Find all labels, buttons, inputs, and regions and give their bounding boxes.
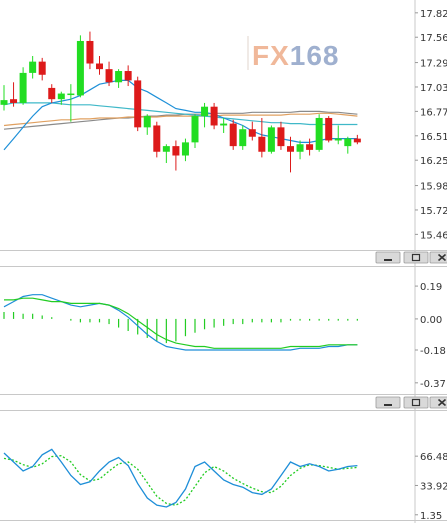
panel-close-button-bg[interactable] — [429, 396, 447, 409]
price-tick-label: 17.29 — [420, 59, 447, 70]
watermark-text: FX168 — [252, 40, 340, 71]
candle-body — [296, 144, 304, 152]
price-tick-label: 17.03 — [420, 83, 447, 94]
candle-body — [96, 63, 103, 70]
candle-body — [48, 87, 56, 100]
candle-body — [277, 127, 285, 147]
price-tick-label: 16.51 — [420, 132, 447, 143]
panel-close-button[interactable] — [429, 251, 447, 264]
candle-body — [0, 100, 8, 105]
panel-maximize-button-bg[interactable] — [403, 396, 429, 409]
macd-panel — [3, 294, 358, 351]
panel-maximize-button-bg[interactable] — [403, 251, 429, 264]
candle-body — [344, 138, 352, 147]
candle-body — [191, 116, 199, 143]
candle-body — [10, 99, 18, 103]
candle-body — [210, 106, 218, 126]
watermark-fx: FX — [252, 40, 290, 71]
candle-body — [124, 71, 132, 81]
candle-body — [115, 71, 123, 83]
stochastic-panel — [3, 448, 358, 508]
fx168-watermark: FX168 — [247, 36, 340, 71]
panel-minimize-button-bg[interactable] — [375, 251, 401, 264]
candle-body — [172, 146, 180, 156]
candle-body — [315, 117, 323, 150]
stoch-tick-label: 33.92 — [420, 481, 447, 492]
price-tick-label: 15.72 — [420, 206, 447, 217]
price-tick-label: 16.77 — [420, 107, 447, 118]
macd-tick-label: 0.00 — [420, 315, 442, 326]
candle-body — [229, 123, 237, 147]
watermark-168: 168 — [290, 40, 340, 71]
candle-body — [287, 146, 294, 152]
panel-maximize-button[interactable] — [403, 251, 429, 264]
candle-body — [306, 144, 314, 150]
candle-body — [67, 93, 75, 96]
candle-body — [201, 106, 209, 117]
candle-body — [19, 72, 27, 103]
candle-body — [267, 127, 275, 152]
price-tick-label: 17.82 — [420, 9, 447, 20]
candle-body — [143, 116, 151, 128]
panel-maximize-button[interactable] — [403, 396, 429, 409]
candle-body — [239, 129, 247, 147]
candle-body — [153, 125, 161, 152]
candle-body — [57, 93, 65, 100]
price-tick-label: 16.25 — [420, 156, 447, 167]
chart-window: FX168 17.82 17.56 17.29 17.03 16.77 16.51 16.2… — [0, 0, 447, 523]
stoch-tick-label: 1.35 — [420, 511, 442, 522]
minimize-icon — [384, 259, 392, 261]
stoch-k-line — [3, 448, 358, 508]
candle-body — [86, 40, 94, 64]
macd-main-line — [4, 297, 358, 349]
stoch-tick-label: 66.48 — [420, 452, 447, 463]
panel-close-button[interactable] — [429, 396, 447, 409]
macd-tick-label: -0.18 — [420, 346, 446, 357]
candle-body — [29, 61, 37, 73]
price-tick-label: 15.98 — [420, 182, 447, 193]
panel-minimize-button[interactable] — [375, 396, 401, 409]
stoch-d-line — [3, 455, 358, 506]
candle-body — [334, 138, 342, 141]
y-axis-labels: 17.82 17.56 17.29 17.03 16.77 16.51 16.25 15.98… — [415, 9, 447, 522]
candle-body — [162, 146, 170, 152]
candle-body — [134, 80, 142, 128]
candle-body — [105, 69, 113, 83]
macd-signal-line — [3, 294, 358, 351]
macd-tick-label: -0.37 — [420, 379, 446, 390]
panel-close-button-bg[interactable] — [429, 251, 447, 264]
candle-body — [325, 117, 333, 141]
minimize-icon — [384, 404, 392, 406]
candle-body — [220, 123, 228, 126]
candle-body — [181, 142, 189, 156]
candle-body — [248, 129, 256, 137]
candle-body — [76, 40, 84, 96]
panel-minimize-button[interactable] — [375, 251, 401, 264]
panel-minimize-button-bg[interactable] — [375, 396, 401, 409]
macd-tick-label: 0.19 — [420, 282, 442, 293]
price-tick-label: 15.46 — [420, 230, 447, 241]
trading-chart: FX168 17.82 17.56 17.29 17.03 16.77 16.51 16.2… — [0, 0, 447, 523]
candle-body — [258, 136, 266, 152]
candle-body — [353, 138, 361, 143]
price-tick-label: 17.56 — [420, 33, 447, 44]
candle-body — [38, 61, 46, 75]
